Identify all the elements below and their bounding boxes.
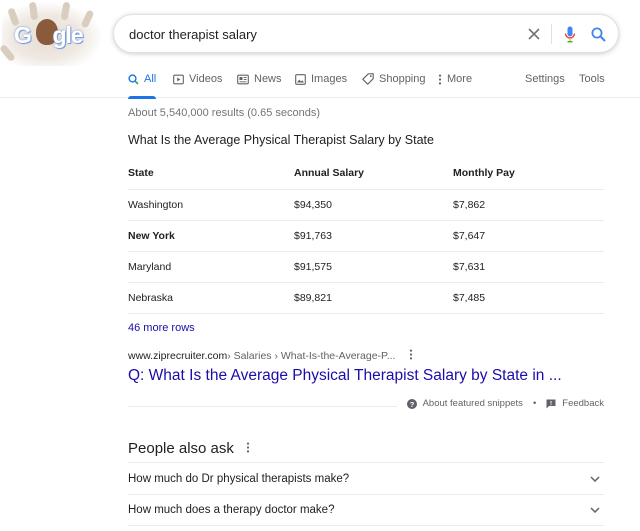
monthly-cell: $7,631 [453,251,604,283]
tab-all[interactable]: All [128,73,157,99]
state-cell: Washington [128,189,294,221]
about-featured-label: About featured snippets [422,398,523,409]
tab-label: More [447,73,473,85]
annual-cell: $91,575 [294,251,453,283]
search-input[interactable] [129,24,509,44]
tag-icon [362,73,374,85]
microphone-icon [564,26,576,42]
annual-cell: $89,821 [294,282,453,314]
more-vert-icon [438,74,442,84]
google-doodle-logo[interactable]: G gle [0,0,104,72]
salary-table: State Annual Salary Monthly Pay Washingt… [128,158,604,314]
settings-link[interactable]: Settings [525,73,565,85]
image-icon [295,73,306,85]
column-header-annual: Annual Salary [294,158,453,190]
result-domain: www.ziprecruiter.com [128,350,228,362]
tab-label: Videos [189,73,223,85]
state-cell: Maryland [128,251,294,283]
state-cell: Nebraska [128,282,294,314]
svg-text:?: ? [409,399,414,408]
settings-label: Settings [525,73,565,85]
featured-snippet-footer: ? About featured snippets • Feedback [396,398,604,409]
video-icon [173,74,184,84]
tools-link[interactable]: Tools [579,73,605,85]
search-icon [591,27,606,42]
tab-videos[interactable]: Videos [173,73,222,85]
result-stats: About 5,540,000 results (0.65 seconds) [128,107,321,119]
table-header-row: State Annual Salary Monthly Pay [128,158,604,190]
table-row: Nebraska $89,821 $7,485 [128,282,604,314]
tab-news[interactable]: News [237,73,282,85]
state-cell: New York [128,220,294,252]
clear-search-button[interactable] [524,24,544,44]
paa-menu-button[interactable] [246,442,250,456]
doodle-wordmark: G gle [14,22,84,48]
tab-images[interactable]: Images [295,73,347,85]
result-title-link[interactable]: Q: What Is the Average Physical Therapis… [128,367,562,385]
column-header-monthly: Monthly Pay [453,158,604,190]
chevron-down-icon [590,507,600,513]
footer-separator: • [532,398,537,409]
feedback-icon [546,399,556,408]
search-submit-button[interactable] [588,24,608,44]
monthly-cell: $7,485 [453,282,604,314]
news-icon [237,74,249,84]
monthly-cell: $7,862 [453,189,604,221]
search-box [113,14,619,53]
table-row: Washington $94,350 $7,862 [128,189,604,221]
search-icon [128,73,139,85]
tab-label: Shopping [379,73,426,85]
tab-more[interactable]: More [438,73,472,85]
feedback-label: Feedback [562,398,604,409]
more-rows-link[interactable]: 46 more rows [128,322,195,334]
annual-cell: $94,350 [294,189,453,221]
paa-title: People also ask [128,440,234,457]
annual-cell: $91,763 [294,220,453,252]
tab-label: News [254,73,282,85]
result-breadcrumb: › Salaries › What-Is-the-Average-P... [227,350,396,362]
more-vert-icon [246,442,250,452]
tab-shopping[interactable]: Shopping [362,73,426,85]
voice-search-button[interactable] [560,24,580,44]
feedback-link[interactable]: Feedback [546,398,604,409]
result-menu-button[interactable] [409,349,413,363]
featured-snippet-title: What Is the Average Physical Therapist S… [128,133,434,147]
paa-question-text: How much do Dr physical therapists make? [128,472,350,485]
tools-label: Tools [579,73,605,85]
monthly-cell: $7,647 [453,220,604,252]
close-icon [528,28,540,40]
table-row: Maryland $91,575 $7,631 [128,251,604,283]
about-featured-snippets-link[interactable]: ? About featured snippets [406,398,523,409]
more-vert-icon [410,349,413,360]
people-also-ask-heading: People also ask [128,440,250,457]
tab-label: All [144,73,157,85]
search-tabs: All Videos News Images Shopping More Set… [0,64,640,99]
chevron-down-icon [590,475,600,482]
result-cite: www.ziprecruiter.com › Salaries › What-I… [128,349,413,363]
column-header-state: State [128,158,294,190]
paa-question[interactable]: How much do Dr physical therapists make? [128,462,604,494]
help-icon: ? [406,398,417,409]
paa-question-text: How much does a therapy doctor make? [128,504,335,516]
people-also-ask-list: How much do Dr physical therapists make?… [128,462,604,526]
search-divider [551,24,552,44]
tab-label: Images [311,73,348,85]
paa-question[interactable]: How much does a therapy doctor make? [128,494,604,526]
table-row: New York $91,763 $7,647 [128,220,604,252]
